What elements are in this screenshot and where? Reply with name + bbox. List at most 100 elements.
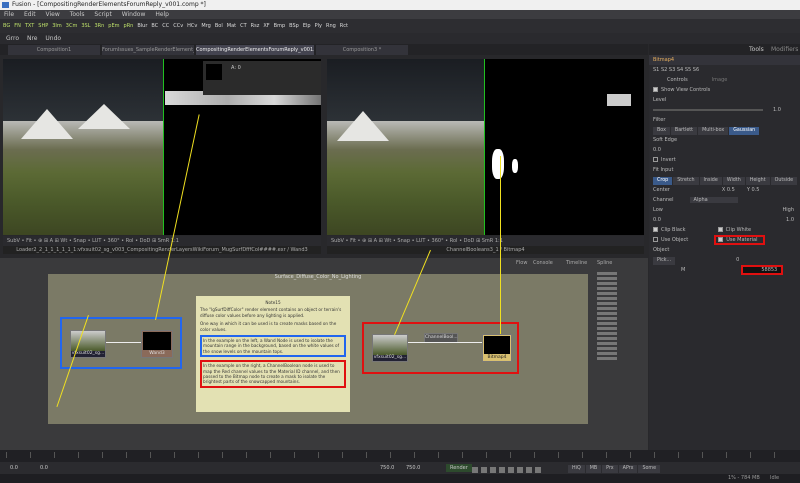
- toolbar2-item[interactable]: Undo: [45, 35, 61, 42]
- sub-tab[interactable]: S1: [653, 67, 659, 73]
- fit-stretch[interactable]: Stretch: [673, 177, 699, 185]
- left-viewer[interactable]: A: 0: [3, 59, 321, 235]
- tool-button[interactable]: FN: [14, 23, 21, 29]
- split-line[interactable]: [163, 59, 164, 235]
- tool-button[interactable]: BG: [3, 23, 10, 29]
- clip-black[interactable]: Clip Black: [661, 227, 686, 233]
- fit-width[interactable]: Width: [722, 177, 745, 185]
- tool-button[interactable]: CCv: [173, 23, 183, 29]
- wand-node[interactable]: Wand3: [141, 330, 173, 358]
- navigator-minimap[interactable]: [597, 272, 617, 362]
- center-row[interactable]: Center X 0.5 Y 0.5: [649, 185, 800, 195]
- filter-multibox[interactable]: Multi-box: [698, 127, 729, 135]
- flow-view[interactable]: Flow Console Timeline Spline Surface_Dif…: [0, 258, 648, 450]
- timeline-ruler[interactable]: [0, 450, 800, 462]
- sub-tab[interactable]: S5: [685, 67, 691, 73]
- render-end[interactable]: 750.0: [406, 462, 420, 474]
- tool-button[interactable]: Mat: [227, 23, 236, 29]
- material-id-value[interactable]: 58853: [741, 265, 784, 275]
- prx-button[interactable]: Prx: [602, 465, 618, 473]
- end-time[interactable]: 750.0: [380, 462, 394, 474]
- sub-tab[interactable]: S3: [669, 67, 675, 73]
- tool-button[interactable]: HCv: [187, 23, 197, 29]
- tool-button[interactable]: Blur: [137, 23, 147, 29]
- checkbox[interactable]: [653, 87, 658, 92]
- sub-tab[interactable]: S4: [677, 67, 683, 73]
- invert-row[interactable]: Invert: [649, 155, 800, 165]
- level-row[interactable]: 1.0: [649, 105, 800, 115]
- tool-button[interactable]: pEm: [108, 23, 119, 29]
- tool-button[interactable]: SHP: [38, 23, 48, 29]
- render-start[interactable]: 0.0: [40, 462, 48, 474]
- tool-button[interactable]: Rng: [326, 23, 336, 29]
- checkbox[interactable]: [718, 237, 724, 242]
- menu-view[interactable]: View: [46, 11, 60, 18]
- sub-tab[interactable]: S2: [661, 67, 667, 73]
- tab-flow[interactable]: Flow: [516, 260, 527, 266]
- fit-inside[interactable]: Inside: [699, 177, 722, 185]
- toolbar2-item[interactable]: Grro: [6, 35, 19, 42]
- some-button[interactable]: Some: [638, 465, 661, 473]
- tab-timeline[interactable]: Timeline: [566, 260, 587, 266]
- tool-button[interactable]: 3Cm: [66, 23, 78, 29]
- tab-image[interactable]: Image: [712, 77, 728, 83]
- menu-script[interactable]: Script: [94, 11, 111, 18]
- low-high-values[interactable]: 0.0 1.0: [649, 215, 800, 225]
- checkbox[interactable]: [653, 237, 658, 242]
- render-button[interactable]: Render: [446, 464, 472, 472]
- loop-icon[interactable]: [535, 466, 541, 473]
- tool-button[interactable]: BSp: [289, 23, 299, 29]
- checkbox[interactable]: [717, 227, 723, 232]
- tab-controls[interactable]: Controls: [667, 77, 688, 83]
- material-row[interactable]: M 58853: [649, 265, 800, 275]
- split-line[interactable]: [484, 59, 485, 235]
- use-material[interactable]: Use Material: [726, 237, 757, 243]
- low-value[interactable]: 0.0: [653, 217, 661, 223]
- bitmap-node[interactable]: Bitmap4: [482, 334, 512, 362]
- fit-outside[interactable]: Outside: [770, 177, 798, 185]
- tab-forum-issues[interactable]: ForumIssues_SampleRenderElement_v001.com…: [102, 45, 194, 55]
- tool-button[interactable]: Bol: [215, 23, 223, 29]
- play-icon[interactable]: [508, 466, 514, 473]
- high-value[interactable]: 1.0: [786, 215, 794, 225]
- aprx-button[interactable]: APrx: [618, 465, 638, 473]
- clip-white[interactable]: Clip White: [726, 227, 752, 233]
- tool-button[interactable]: pRn: [124, 23, 134, 29]
- tab-composition3[interactable]: Composition3 *: [316, 45, 408, 55]
- go-start-icon[interactable]: [472, 466, 478, 473]
- tool-button[interactable]: CC: [162, 23, 169, 29]
- tool-button[interactable]: 3SL: [81, 23, 90, 29]
- loader-node-right[interactable]: vfxsuit02_sg...: [372, 334, 408, 362]
- tool-button[interactable]: 3Im: [52, 23, 62, 29]
- toolbar2-item[interactable]: Nre: [27, 35, 38, 42]
- tool-button[interactable]: BC: [151, 23, 158, 29]
- tool-button[interactable]: Elp: [303, 23, 311, 29]
- fit-height[interactable]: Height: [745, 177, 770, 185]
- channel-row[interactable]: Channel Alpha: [649, 195, 800, 205]
- tool-button[interactable]: Rsz: [251, 23, 260, 29]
- tab-spline[interactable]: Spline: [597, 260, 612, 266]
- checkbox[interactable]: [653, 227, 658, 232]
- stop-icon[interactable]: [499, 466, 505, 473]
- center-x[interactable]: 0.5: [727, 187, 735, 193]
- checkbox[interactable]: [653, 157, 658, 162]
- tool-button[interactable]: Bmp: [274, 23, 285, 29]
- tool-button[interactable]: 3Rn: [94, 23, 104, 29]
- sub-tab[interactable]: S6: [693, 67, 699, 73]
- sticky-note[interactable]: Note15 The "lgSurfDiffColor" render elem…: [196, 296, 350, 412]
- hiq-button[interactable]: HiQ: [568, 465, 585, 473]
- tab-tools[interactable]: Tools: [749, 46, 764, 53]
- mb-button[interactable]: MB: [585, 465, 602, 473]
- object-id[interactable]: 0: [736, 257, 739, 263]
- soft-edge-value[interactable]: 0.0: [653, 147, 661, 153]
- right-viewer[interactable]: [327, 59, 644, 235]
- step-back-icon[interactable]: [481, 466, 487, 473]
- play-reverse-icon[interactable]: [490, 466, 496, 473]
- tool-button[interactable]: TXT: [25, 23, 34, 29]
- start-time[interactable]: 0.0: [10, 462, 18, 474]
- tool-button[interactable]: Rct: [340, 23, 348, 29]
- left-viewer-toolbar[interactable]: SubV • Fit • ⊕ ⊞ A ⊞ Wt • Snap • LUT • 3…: [3, 236, 321, 246]
- right-viewer-toolbar[interactable]: SubV • Fit • ⊕ ⊞ A ⊞ Wt • Snap • LUT • 3…: [327, 236, 644, 246]
- tool-button[interactable]: Mrg: [201, 23, 210, 29]
- tab-modifiers[interactable]: Modifiers: [771, 46, 798, 53]
